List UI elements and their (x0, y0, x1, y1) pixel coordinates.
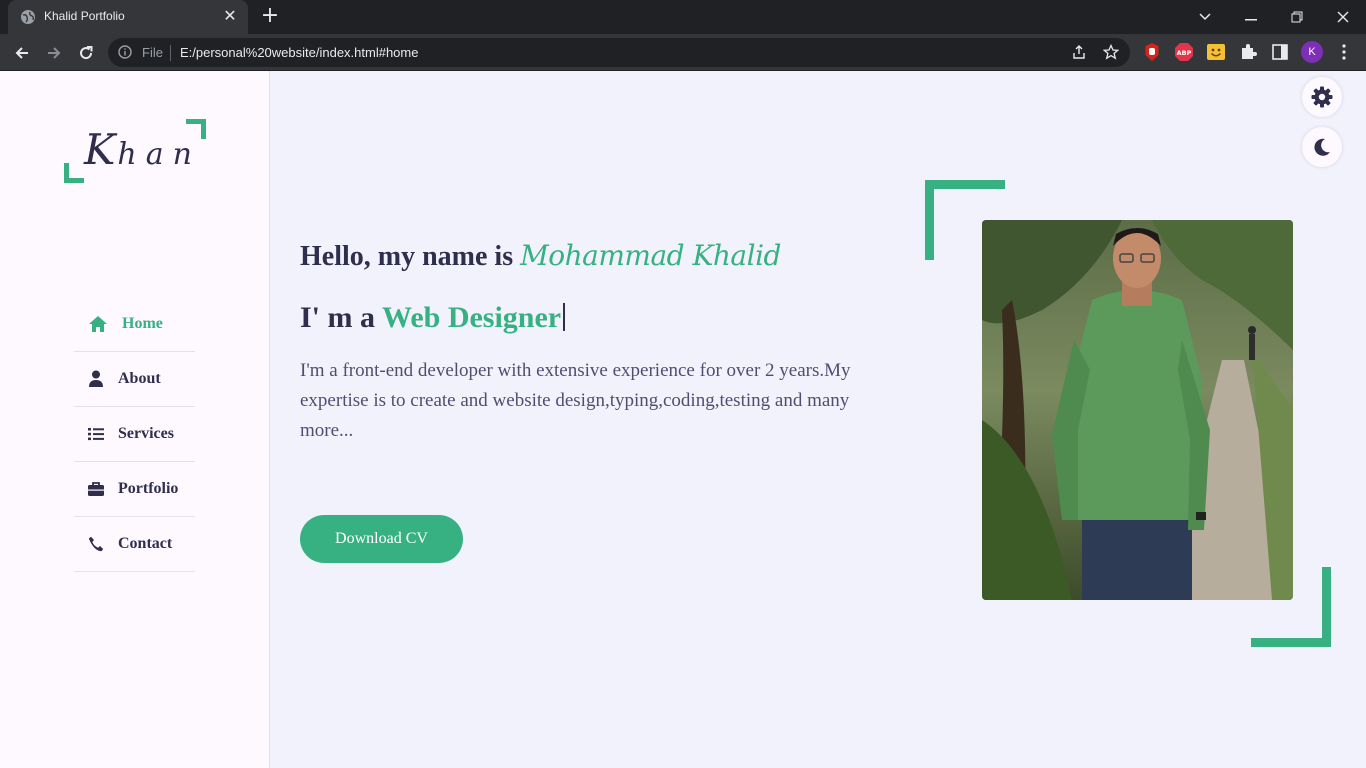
user-icon (89, 370, 103, 387)
theme-toggle-button[interactable] (1302, 127, 1342, 167)
nav-label: Services (118, 425, 174, 442)
reload-button[interactable] (73, 40, 99, 66)
briefcase-icon (88, 481, 104, 496)
list-icon (88, 428, 104, 441)
sidepanel-icon[interactable] (1270, 42, 1290, 62)
back-button[interactable] (9, 40, 35, 66)
browser-tab[interactable]: Khalid Portfolio ✕ (8, 0, 248, 34)
greeting-text: Hello, my name is (300, 241, 521, 272)
nav-label: Portfolio (118, 480, 179, 497)
browser-toolbar: File E:/personal%20website/index.html#ho… (0, 34, 1366, 71)
gear-icon (1311, 86, 1333, 108)
nav-item-contact[interactable]: Contact (74, 517, 195, 572)
forward-button[interactable] (41, 40, 67, 66)
logo[interactable]: Khan (64, 119, 206, 183)
sidebar: Khan Home About Services Portfolio Conta… (0, 71, 270, 768)
url-divider (170, 45, 171, 61)
greeting: Hello, my name is Mohammad Khalid (300, 239, 781, 273)
moon-icon (1314, 138, 1330, 156)
logo-text: Khan (84, 125, 201, 174)
profile-avatar[interactable]: K (1301, 41, 1323, 63)
hero-name: Mohammad Khalid (520, 239, 781, 272)
info-icon[interactable] (118, 45, 132, 59)
nav-label: Home (122, 315, 163, 332)
bookmark-star-icon[interactable] (1103, 44, 1119, 60)
role-prefix: I' m a (300, 301, 382, 334)
nav-item-about[interactable]: About (74, 352, 195, 407)
settings-button[interactable] (1302, 77, 1342, 117)
profile-initial: K (1308, 46, 1316, 58)
main-nav: Home About Services Portfolio Contact (74, 297, 195, 572)
nav-item-services[interactable]: Services (74, 407, 195, 462)
address-bar[interactable]: File E:/personal%20website/index.html#ho… (108, 38, 1130, 67)
download-cv-button[interactable]: Download CV (300, 515, 463, 563)
profile-photo-frame (925, 180, 1331, 647)
smiley-icon[interactable] (1206, 42, 1226, 62)
home-section: Hello, my name is Mohammad Khalid I' m a… (270, 71, 1366, 768)
nav-label: About (118, 370, 161, 387)
logo-initial: K (84, 125, 118, 174)
profile-photo (982, 220, 1293, 600)
nav-item-home[interactable]: Home (74, 297, 195, 352)
nav-label: Contact (118, 535, 173, 552)
logo-corner-bottom-left (64, 163, 84, 183)
minimize-button[interactable] (1228, 4, 1274, 30)
svg-text:ABP: ABP (1177, 49, 1192, 57)
home-icon (89, 316, 107, 332)
tab-search-icon[interactable] (1182, 4, 1228, 30)
url-scheme: File (142, 45, 163, 60)
puzzle-icon[interactable] (1238, 42, 1258, 62)
more-menu-icon[interactable] (1336, 43, 1352, 61)
close-window-button[interactable] (1320, 4, 1366, 30)
tab-title: Khalid Portfolio (44, 9, 125, 23)
logo-rest: han (117, 137, 201, 172)
phone-icon (88, 536, 104, 552)
typed-role: Web Designer (381, 301, 562, 334)
browser-tab-strip: Khalid Portfolio ✕ + (0, 0, 1366, 34)
new-tab-button[interactable]: + (258, 5, 282, 29)
role-heading: I' m a Web Designer (300, 301, 566, 335)
url-text[interactable]: E:/personal%20website/index.html#home (180, 45, 418, 60)
close-tab-icon[interactable]: ✕ (222, 8, 238, 24)
share-icon[interactable] (1071, 44, 1087, 60)
hand-stop-icon[interactable] (1142, 42, 1162, 62)
restore-button[interactable] (1274, 4, 1320, 30)
globe-icon (21, 10, 35, 24)
hero-description: I'm a front-end developer with extensive… (300, 360, 851, 441)
nav-item-portfolio[interactable]: Portfolio (74, 462, 195, 517)
adblock-icon[interactable]: ABP (1174, 42, 1194, 62)
typing-cursor (563, 303, 566, 331)
